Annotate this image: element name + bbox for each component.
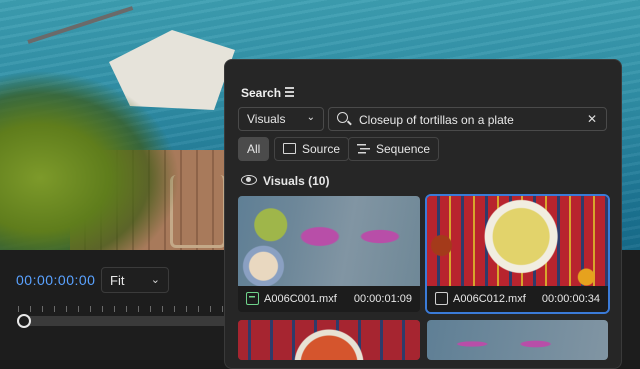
palm-leaves [0,70,180,250]
search-scope-value: Visuals [247,112,286,126]
clip-caption: A006C012.mxf 00:00:00:34 [427,286,608,312]
search-query: Closeup of tortillas on a plate [359,113,514,127]
eye-icon [241,175,257,185]
chevron-down-icon: ⌄ [306,112,315,123]
clip-duration: 00:00:00:34 [541,293,600,305]
clip-duration: 00:00:01:09 [353,293,412,305]
clear-icon[interactable]: ✕ [587,112,597,126]
result-clip-4[interactable] [427,320,608,360]
filter-sequence[interactable]: Sequence [348,137,440,161]
zoom-fit-label: Fit [110,273,125,288]
clip-thumbnail [238,320,420,360]
scrub-bar[interactable] [22,316,232,326]
chevron-down-icon: ⌄ [150,274,160,286]
source-icon [283,143,296,154]
clip-thumbnail [238,196,420,286]
clip-icon [435,292,448,305]
sequence-icon [357,143,370,154]
clip-thumbnail [427,196,608,286]
result-clip-1[interactable]: A006C001.mxf 00:00:01:09 [238,196,420,312]
search-scope-select[interactable]: Visuals ⌄ [238,107,324,131]
search-input[interactable]: Closeup of tortillas on a plate ✕ [328,107,607,131]
zoom-fit-dropdown[interactable]: Fit ⌄ [101,267,169,293]
playhead-handle[interactable] [17,314,31,328]
filter-all[interactable]: All [238,137,270,161]
time-ruler[interactable] [18,300,238,312]
result-clip-2[interactable]: A006C012.mxf 00:00:00:34 [425,194,610,314]
clip-thumbnail [427,320,608,360]
clip-filename: A006C001.mxf [264,293,337,305]
filter-source[interactable]: Source [274,137,350,161]
multicam-clip-icon [246,292,259,305]
playhead-timecode[interactable]: 00:00:00:00 [16,272,95,288]
clip-filename: A006C012.mxf [453,293,526,305]
result-clip-3[interactable] [238,320,420,360]
search-panel: Search Visuals ⌄ Closeup of tortillas on… [224,59,622,369]
clip-caption: A006C001.mxf 00:00:01:09 [238,286,420,312]
panel-title: Search [241,86,282,100]
visuals-section-header[interactable]: Visuals (10) [241,174,329,188]
search-icon [337,112,348,123]
menu-icon[interactable] [285,87,294,97]
